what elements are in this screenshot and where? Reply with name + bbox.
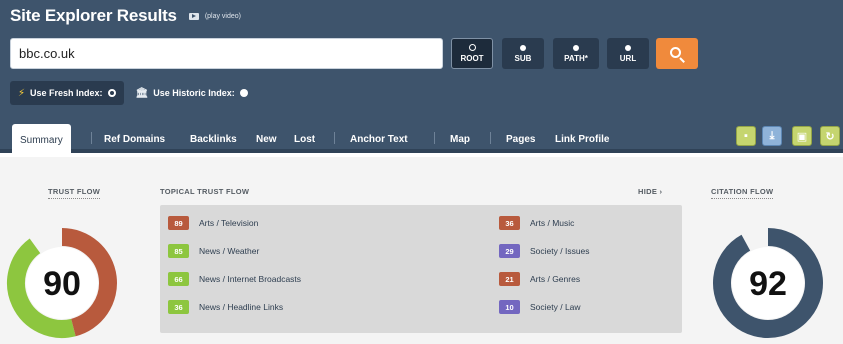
- topic-label: Arts / Television: [199, 218, 259, 228]
- tab-divider: [334, 132, 335, 144]
- topic-row[interactable]: 10 Society / Law: [499, 300, 581, 314]
- report-button[interactable]: ▣: [792, 126, 812, 146]
- tab-new[interactable]: New: [256, 125, 277, 153]
- topic-row[interactable]: 89 Arts / Television: [168, 216, 258, 230]
- play-video-link[interactable]: (play video): [188, 12, 241, 20]
- tab-lost[interactable]: Lost: [294, 125, 315, 153]
- radio-unselected-icon: [239, 89, 248, 97]
- tab-divider: [91, 132, 92, 144]
- search-button[interactable]: [656, 38, 698, 69]
- citation-flow-label: CITATION FLOW: [711, 187, 774, 199]
- tab-pages[interactable]: Pages: [506, 125, 535, 153]
- tab-summary[interactable]: Summary: [12, 124, 71, 157]
- topical-trust-flow-panel: 89 Arts / Television 85 News / Weather 66 New…: [160, 205, 682, 333]
- topic-label: Society / Law: [530, 302, 581, 312]
- tab-link-profile[interactable]: Link Profile: [555, 125, 609, 153]
- refresh-icon: ↻: [825, 130, 835, 143]
- topic-label: Society / Issues: [530, 246, 590, 256]
- trust-flow-label: TRUST FLOW: [48, 187, 101, 199]
- search-icon: [670, 47, 681, 58]
- topic-row[interactable]: 36 News / Headline Links: [168, 300, 283, 314]
- refresh-button[interactable]: ↻: [820, 126, 840, 146]
- export-chart-button[interactable]: ▪: [736, 126, 756, 146]
- citation-flow-gauge: 92: [713, 228, 823, 338]
- topic-score-badge: 21: [499, 272, 520, 286]
- scope-button-url[interactable]: URL: [607, 38, 649, 69]
- title-row: Site Explorer Results (play video): [10, 6, 241, 26]
- topic-row[interactable]: 21 Arts / Genres: [499, 272, 580, 286]
- tab-anchor-text[interactable]: Anchor Text: [350, 125, 408, 153]
- topic-score-badge: 29: [499, 244, 520, 258]
- scope-button-path[interactable]: PATH*: [553, 38, 599, 69]
- scope-button-label: URL: [619, 53, 637, 63]
- topic-row[interactable]: 29 Society / Issues: [499, 244, 590, 258]
- trust-flow-value: 90: [43, 265, 81, 303]
- topic-label: News / Weather: [199, 246, 260, 256]
- fresh-index-option[interactable]: ⚡ Use Fresh Index:: [10, 81, 124, 105]
- topic-row[interactable]: 36 Arts / Music: [499, 216, 574, 230]
- historic-index-label: Use Historic Index:: [153, 88, 235, 98]
- summary-panel: TRUST FLOW TOPICAL TRUST FLOW HIDE › CIT…: [0, 157, 843, 344]
- historic-index-option[interactable]: 🏛 Use Historic Index:: [128, 81, 256, 105]
- citation-flow-value: 92: [749, 265, 787, 303]
- video-icon: [188, 12, 199, 20]
- lightning-icon: ⚡: [18, 87, 26, 99]
- topic-score-badge: 10: [499, 300, 520, 314]
- topic-label: News / Internet Broadcasts: [199, 274, 302, 284]
- scope-button-root[interactable]: ROOT: [451, 38, 493, 69]
- topic-row[interactable]: 85 News / Weather: [168, 244, 259, 258]
- tab-divider: [490, 132, 491, 144]
- index-selector: ⚡ Use Fresh Index: 🏛 Use Historic Index:: [0, 81, 256, 105]
- search-input[interactable]: [10, 38, 443, 69]
- topic-score-badge: 36: [168, 300, 189, 314]
- bank-icon: 🏛: [135, 87, 149, 99]
- tab-backlinks[interactable]: Backlinks: [190, 125, 237, 153]
- radio-selected-icon: [107, 89, 116, 97]
- radio-dot-icon: [625, 44, 631, 51]
- download-button[interactable]: ⤓: [762, 126, 782, 146]
- topic-label: News / Headline Links: [199, 302, 284, 312]
- tab-map[interactable]: Map: [450, 125, 470, 153]
- topic-label: Arts / Genres: [530, 274, 581, 284]
- header-bar: Site Explorer Results (play video) ROOT …: [0, 0, 843, 116]
- download-icon: ⤓: [769, 129, 775, 142]
- radio-dot-icon: [573, 44, 579, 51]
- topic-score-badge: 85: [168, 244, 189, 258]
- report-icon: ▣: [796, 130, 808, 143]
- topic-score-badge: 36: [499, 216, 520, 230]
- scope-button-label: PATH*: [564, 53, 588, 63]
- tab-divider: [434, 132, 435, 144]
- radio-dot-icon: [520, 44, 526, 51]
- topical-trust-flow-label: TOPICAL TRUST FLOW: [160, 187, 250, 196]
- radio-dot-icon: [468, 44, 476, 51]
- tab-bar: Summary Ref Domains Backlinks New Lost A…: [0, 116, 843, 157]
- fresh-index-label: Use Fresh Index:: [30, 88, 103, 98]
- topic-label: Arts / Music: [530, 218, 575, 228]
- trust-flow-gauge: 90: [7, 228, 117, 338]
- scope-button-label: ROOT: [460, 54, 484, 63]
- scope-button-label: SUB: [514, 53, 532, 63]
- topic-score-badge: 89: [168, 216, 189, 230]
- play-video-label: (play video): [204, 12, 241, 20]
- topic-row[interactable]: 66 News / Internet Broadcasts: [168, 272, 301, 286]
- hide-link[interactable]: HIDE ›: [638, 187, 662, 196]
- topic-score-badge: 66: [168, 272, 189, 286]
- page-title: Site Explorer Results: [10, 6, 177, 25]
- tab-ref-domains[interactable]: Ref Domains: [104, 125, 165, 153]
- scope-button-sub[interactable]: SUB: [502, 38, 544, 69]
- chart-icon: ▪: [744, 130, 748, 142]
